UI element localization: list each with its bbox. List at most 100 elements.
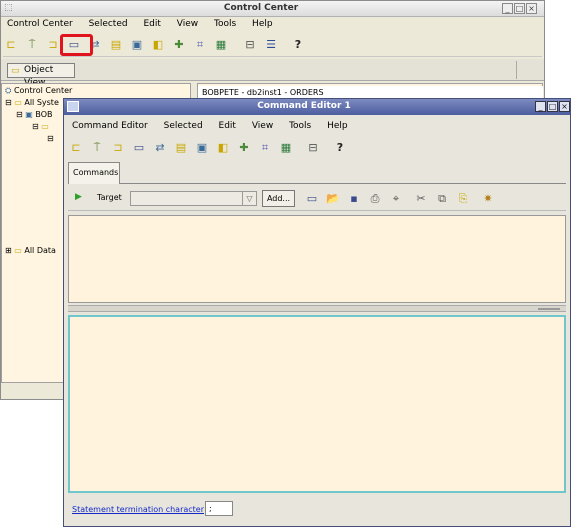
license-icon[interactable]: ▣ <box>194 140 210 156</box>
object-view-bar <box>1 59 544 81</box>
tree-item-bob[interactable]: ⊟ ▣ BOB <box>16 110 53 119</box>
minimize-icon[interactable]: _ <box>535 101 546 112</box>
control-center-titlebar: ⬚ Control Center _ □ × <box>1 1 544 17</box>
replication-icon[interactable]: ⊐ <box>110 140 126 156</box>
memory-icon[interactable]: ⌗ <box>257 140 273 156</box>
tools-settings-icon[interactable]: ◧ <box>215 140 231 156</box>
replication-icon[interactable]: ⊐ <box>45 37 61 53</box>
window-title: Command Editor 1 <box>257 101 351 111</box>
wizard-icon[interactable]: ▦ <box>213 37 229 53</box>
tools-settings-icon[interactable]: ◧ <box>150 37 166 53</box>
folder-icon: ▭ <box>14 98 22 107</box>
folder-icon: ▭ <box>14 246 22 255</box>
menu-tools[interactable]: Tools <box>285 121 311 131</box>
menubar: Control Center Selected Edit View Tools … <box>3 19 542 33</box>
license-icon[interactable]: ▣ <box>129 37 145 53</box>
show-help-icon[interactable]: ⊟ <box>242 37 258 53</box>
menu-edit[interactable]: Edit <box>139 19 160 29</box>
expand-icon: ⊟ <box>32 122 39 131</box>
clear-icon[interactable]: ✷ <box>480 191 496 207</box>
window-title: Control Center <box>223 3 299 13</box>
minimize-icon[interactable]: _ <box>502 3 513 14</box>
show-help-icon[interactable]: ⊟ <box>305 140 321 156</box>
command-toolbar: ▶ Target ▽ Add... ▭ 📂 ▪ ⎙ ⌖ ✂ ⧉ ⎘ ✷ <box>68 187 566 211</box>
memory-icon[interactable]: ⌗ <box>192 37 208 53</box>
satellite-icon[interactable]: ⍑ <box>89 140 105 156</box>
journal-icon[interactable]: ▤ <box>173 140 189 156</box>
target-select[interactable]: ▽ <box>130 191 257 206</box>
tree-item-instance[interactable]: ⊟ <box>47 134 54 143</box>
print-icon[interactable]: ⎙ <box>367 191 383 207</box>
toolbar: ⊏ ⍑ ⊐ ▭ ⇄ ▤ ▣ ◧ ✚ ⌗ ▦ ⊟? <box>68 140 568 160</box>
tree-item-control-center[interactable]: ⛭ Control Center <box>5 86 72 96</box>
add-button[interactable]: Add... <box>262 190 295 207</box>
tree-label: All Syste <box>24 98 59 107</box>
object-tree-icon[interactable]: ⊏ <box>3 37 19 53</box>
menu-control-center[interactable]: Control Center <box>3 19 73 29</box>
target-label: Target <box>97 193 122 202</box>
expand-icon: ⊟ <box>16 110 23 119</box>
wizard-icon[interactable]: ▦ <box>278 140 294 156</box>
menu-help[interactable]: Help <box>248 19 273 29</box>
menu-selected[interactable]: Selected <box>160 121 203 131</box>
execute-icon[interactable]: ▭ <box>304 191 320 207</box>
journal-icon[interactable]: ▤ <box>108 37 124 53</box>
window-controls: _ □ × <box>501 3 537 14</box>
window-controls: _ □ × <box>534 101 570 112</box>
menu-help[interactable]: Help <box>323 121 348 131</box>
command-output-area[interactable] <box>68 315 566 493</box>
tree-item-all-databases[interactable]: ⊞ ▭ All Data <box>5 246 56 255</box>
menu-edit[interactable]: Edit <box>215 121 236 131</box>
editor-tools: ▭ 📂 ▪ ⎙ ⌖ ✂ ⧉ ⎘ ✷ <box>304 191 501 207</box>
menu-selected[interactable]: Selected <box>85 19 128 29</box>
object-bar-divider <box>516 61 542 79</box>
splitter-grip[interactable] <box>538 308 560 310</box>
menubar: Command Editor Selected Edit View Tools … <box>68 121 568 135</box>
folder-icon: ▭ <box>11 66 20 76</box>
show-list-icon[interactable]: ☰ <box>263 37 279 53</box>
expand-icon: ⊞ <box>5 246 12 255</box>
help-icon[interactable]: ? <box>290 37 306 53</box>
termination-character-input[interactable]: ; <box>205 501 233 516</box>
paste-icon[interactable]: ⎘ <box>455 191 471 207</box>
termination-character-label[interactable]: Statement termination character <box>72 505 204 514</box>
dropdown-icon[interactable]: ▽ <box>242 192 256 205</box>
open-icon[interactable]: 📂 <box>325 191 341 207</box>
command-editor-button-highlight <box>60 34 93 56</box>
menu-tools[interactable]: Tools <box>210 19 236 29</box>
object-tree-icon[interactable]: ⊏ <box>68 140 84 156</box>
command-editor-icon[interactable]: ▭ <box>131 140 147 156</box>
menu-view[interactable]: View <box>173 19 198 29</box>
command-editor-titlebar: Command Editor 1 _ □ × <box>64 99 570 115</box>
expand-icon: ⊟ <box>47 134 54 143</box>
run-icon[interactable]: ▶ <box>75 192 82 202</box>
command-editor-window: Command Editor 1 _ □ × Command Editor Sele… <box>63 98 571 527</box>
system-icon: ▣ <box>25 110 33 119</box>
folder-icon: ▭ <box>41 122 49 131</box>
help-icon[interactable]: ? <box>332 140 348 156</box>
tree-label: BOB <box>35 110 53 119</box>
find-icon[interactable]: ⌖ <box>388 191 404 207</box>
maximize-icon[interactable]: □ <box>514 3 525 14</box>
task-center-icon[interactable]: ⇄ <box>152 140 168 156</box>
save-icon[interactable]: ▪ <box>346 191 362 207</box>
copy-icon[interactable]: ⧉ <box>434 191 450 207</box>
health-icon[interactable]: ✚ <box>171 37 187 53</box>
close-icon[interactable]: × <box>526 3 537 14</box>
maximize-icon[interactable]: □ <box>547 101 558 112</box>
tab-bar: Commands <box>68 162 566 184</box>
menu-view[interactable]: View <box>248 121 273 131</box>
tab-commands[interactable]: Commands <box>68 162 120 184</box>
close-icon[interactable]: × <box>559 101 570 112</box>
command-input-area[interactable] <box>68 215 566 303</box>
health-icon[interactable]: ✚ <box>236 140 252 156</box>
tree-item-instances[interactable]: ⊟ ▭ <box>32 122 49 131</box>
control-center-icon: ⛭ <box>5 86 12 95</box>
object-view-button[interactable]: ▭ Object View <box>7 63 75 88</box>
cut-icon[interactable]: ✂ <box>413 191 429 207</box>
splitter[interactable] <box>68 305 566 312</box>
menu-command-editor[interactable]: Command Editor <box>68 121 148 131</box>
satellite-icon[interactable]: ⍑ <box>24 37 40 53</box>
tree-item-all-systems[interactable]: ⊟ ▭ All Syste <box>5 98 59 107</box>
tree-label: Control Center <box>13 86 73 95</box>
